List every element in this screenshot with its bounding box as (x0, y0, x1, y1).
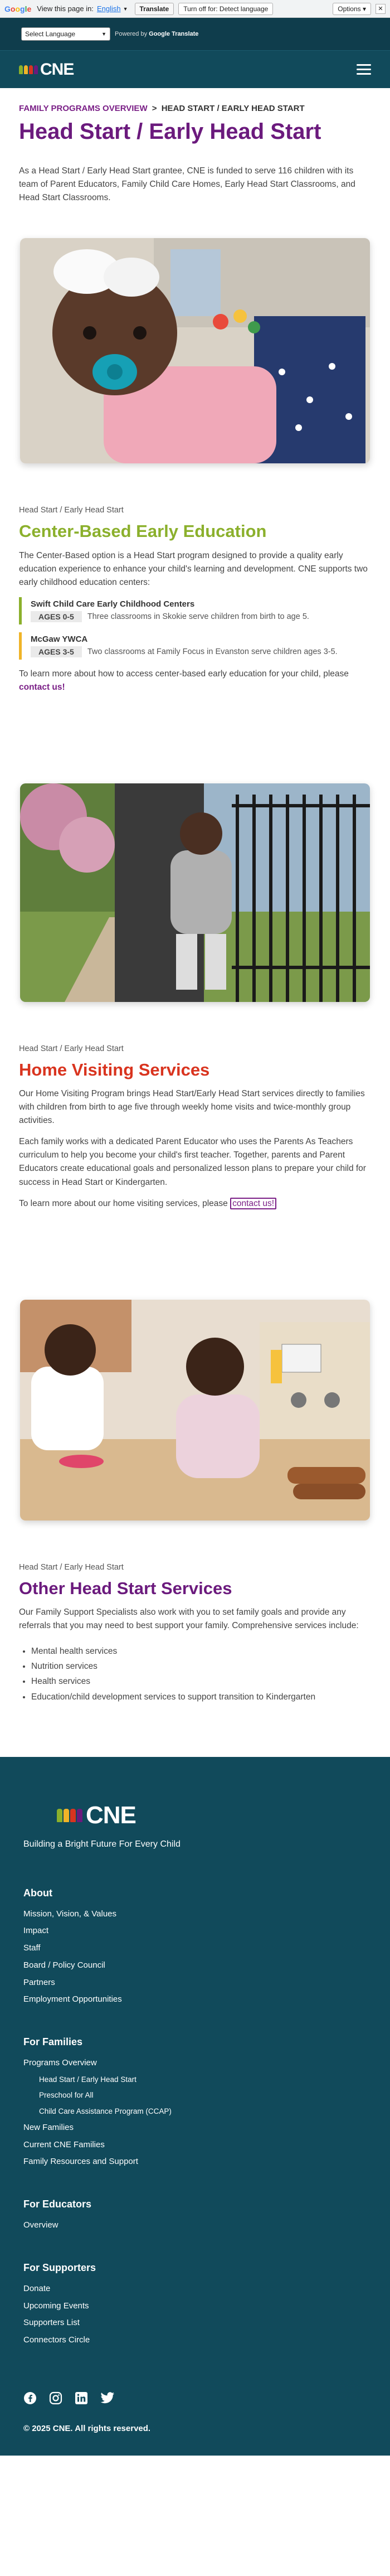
breadcrumb-separator: > (152, 104, 157, 113)
footer-families-list: Programs Overview Head Start / Early Hea… (23, 2055, 367, 2171)
footer-link[interactable]: Current CNE Families (23, 2137, 367, 2154)
language-select[interactable]: Select Language ▼ (21, 27, 110, 41)
turn-off-button[interactable]: Turn off for: Detect language (178, 2, 274, 15)
section-kicker: Head Start / Early Head Start (19, 1562, 124, 1572)
footer-link[interactable]: Mission, Vision, & Values (23, 1906, 367, 1923)
center-name: McGaw YWCA (31, 634, 88, 644)
footer-link[interactable]: Programs Overview (23, 2055, 367, 2072)
footer-link[interactable]: New Families (23, 2119, 367, 2137)
toddler-photo (20, 783, 370, 1002)
other-services-section: Head Start / Early Head Start Other Head… (0, 1563, 390, 1705)
footer-sublink[interactable]: Child Care Assistance Program (CCAP) (23, 2104, 367, 2119)
center-desc: Three classrooms in Skokie serve childre… (87, 612, 309, 621)
section-title: Home Visiting Services (19, 1059, 210, 1079)
center-desc: Two classrooms at Family Focus in Evanst… (87, 647, 338, 656)
footer-tagline: Building a Bright Future For Every Child (23, 1839, 181, 1849)
section-title: Other Head Start Services (19, 1578, 232, 1598)
center-card-swift: Swift Child Care Early Childhood Centers… (19, 597, 371, 624)
social-links (23, 2391, 367, 2405)
translate-button[interactable]: Translate (134, 2, 174, 15)
menu-icon[interactable] (357, 64, 371, 75)
footer-sublink[interactable]: Preschool for All (23, 2088, 367, 2103)
services-list: Mental health services Nutrition service… (19, 1644, 371, 1705)
footer-heading-about: About (23, 1887, 52, 1899)
twitter-icon[interactable] (100, 2392, 115, 2404)
footer-heading-supporters: For Supporters (23, 2262, 96, 2273)
footer-link[interactable]: Donate (23, 2280, 367, 2298)
logo-figures-icon (57, 1808, 82, 1822)
contact-us-link[interactable]: contact us! (19, 682, 65, 692)
chevron-down-icon[interactable]: ▼ (123, 6, 128, 12)
instagram-icon[interactable] (49, 2391, 62, 2405)
footer-heading-educators: For Educators (23, 2199, 92, 2210)
logo-text: CNE (40, 60, 74, 79)
close-icon[interactable]: ✕ (376, 3, 386, 14)
copyright: © 2025 CNE. All rights reserved. (23, 2423, 151, 2433)
footer-about-list: Mission, Vision, & Values Impact Staff B… (23, 1906, 367, 2009)
google-logo: Google (4, 4, 32, 13)
site-header: CNE (0, 50, 390, 88)
breadcrumb-parent-link[interactable]: FAMILY PROGRAMS OVERVIEW (19, 104, 148, 113)
home-visit-contact-text: To learn more about our home visiting se… (19, 1197, 371, 1210)
section-text: Our Home Visiting Program brings Head St… (19, 1089, 365, 1126)
center-contact-text: To learn more about how to access center… (19, 669, 349, 692)
footer-link[interactable]: Overview (23, 2217, 367, 2234)
list-item: Nutrition services (31, 1659, 371, 1674)
center-name: Swift Child Care Early Childhood Centers (31, 599, 195, 609)
footer-link[interactable]: Staff (23, 1940, 367, 1957)
section-kicker: Head Start / Early Head Start (19, 506, 124, 515)
footer-link[interactable]: Family Resources and Support (23, 2153, 367, 2171)
list-item: Mental health services (31, 1644, 371, 1659)
site-footer: CNE Building a Bright Future For Every C… (0, 1756, 390, 2456)
footer-link[interactable]: Connectors Circle (23, 2332, 367, 2349)
baby-photo (20, 238, 370, 464)
footer-heading-families: For Families (23, 2036, 83, 2048)
translate-prompt: View this page in: (37, 4, 94, 13)
facebook-icon[interactable] (23, 2391, 37, 2405)
list-item: Education/child development services to … (31, 1689, 371, 1705)
translate-bar: Google View this page in: English ▼ Tran… (0, 0, 390, 18)
powered-by: Powered by Google Translate (115, 31, 199, 37)
breadcrumb: FAMILY PROGRAMS OVERVIEW > HEAD START / … (0, 88, 390, 113)
footer-link[interactable]: Board / Policy Council (23, 1957, 367, 1974)
ages-badge: AGES 3-5 (31, 646, 82, 657)
page-title: Head Start / Early Head Start (19, 119, 321, 144)
intro-text: As a Head Start / Early Head Start grant… (19, 166, 355, 203)
site-logo[interactable]: CNE (19, 60, 74, 79)
section-title: Center-Based Early Education (19, 521, 267, 541)
center-based-section: Head Start / Early Head Start Center-Bas… (0, 506, 390, 694)
footer-logo[interactable]: CNE (57, 1802, 367, 1829)
center-card-mcgaw: McGaw YWCA AGES 3-5 Two classrooms at Fa… (19, 632, 371, 660)
footer-link[interactable]: Employment Opportunities (23, 1991, 367, 2008)
translate-language-link[interactable]: English (97, 4, 121, 13)
footer-supporters-list: Donate Upcoming Events Supporters List C… (23, 2280, 367, 2349)
breadcrumb-current: HEAD START / EARLY HEAD START (161, 104, 305, 113)
chevron-down-icon: ▼ (101, 31, 106, 37)
options-button[interactable]: Options ▾ (333, 2, 371, 15)
home-visiting-section: Head Start / Early Head Start Home Visit… (0, 1044, 390, 1210)
footer-link[interactable]: Upcoming Events (23, 2298, 367, 2315)
logo-figures-icon (19, 65, 38, 74)
ages-badge: AGES 0-5 (31, 611, 82, 622)
footer-educators-list: Overview (23, 2217, 367, 2234)
section-kicker: Head Start / Early Head Start (19, 1044, 124, 1053)
footer-logo-text: CNE (86, 1801, 136, 1829)
section-text: Each family works with a dedicated Paren… (19, 1137, 366, 1187)
footer-link[interactable]: Partners (23, 1974, 367, 1992)
language-select-value: Select Language (25, 30, 76, 38)
contact-us-link[interactable]: contact us! (230, 1197, 277, 1209)
powered-by-brand[interactable]: Google Translate (149, 31, 198, 37)
section-text: Our Family Support Specialists also work… (19, 1607, 359, 1631)
footer-link[interactable]: Impact (23, 1923, 367, 1940)
list-item: Health services (31, 1674, 371, 1689)
footer-sublink[interactable]: Head Start / Early Head Start (23, 2072, 367, 2088)
section-text: The Center-Based option is a Head Start … (19, 550, 368, 587)
footer-link[interactable]: Supporters List (23, 2314, 367, 2332)
language-strip: Select Language ▼ Powered by Google Tran… (0, 18, 390, 50)
linkedin-icon[interactable] (75, 2391, 88, 2405)
classroom-photo (20, 1299, 370, 1521)
